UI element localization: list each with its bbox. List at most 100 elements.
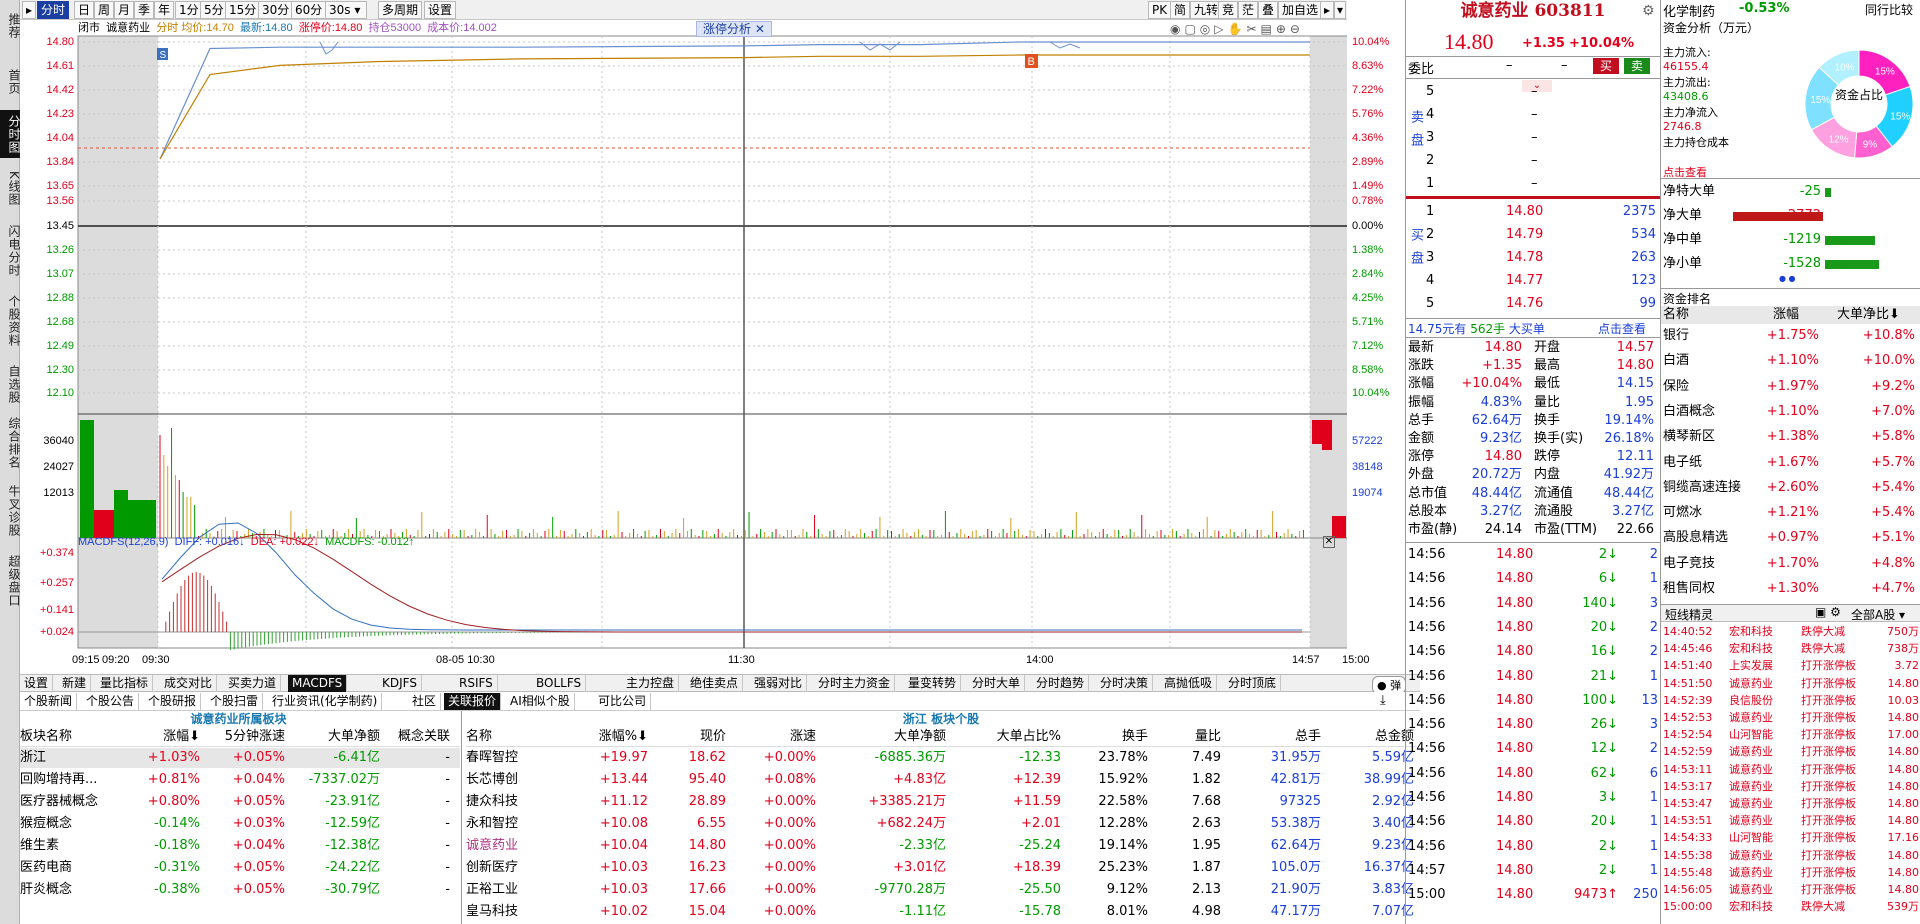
short-row[interactable]: 14:55:38 诚意药业 打开涨停板 14.80 (1661, 848, 1920, 864)
short-row[interactable]: 14:53:51 诚意药业 打开涨停板 14.80 (1661, 813, 1920, 829)
stock-row[interactable]: 创新医疗 +10.03 16.23 +0.00% +3.01亿 +18.39 25.23% 1… (466, 858, 1416, 878)
stocks-header-6[interactable]: 换手 (1066, 727, 1148, 747)
settings-button[interactable]: 设置 (424, 1, 457, 19)
info-tab-4[interactable]: 行业资讯(化学制药) (268, 693, 383, 710)
rank-header-name[interactable]: 名称 (1663, 306, 1689, 324)
info-tab-0[interactable]: 个股新闻 (20, 693, 78, 710)
download-icon[interactable]: ⤓ (1380, 693, 1386, 708)
indicator-tab-16[interactable]: 分时决策 (1096, 675, 1154, 692)
info-tab-1[interactable]: 个股公告 (82, 693, 140, 710)
short-row[interactable]: 14:52:39 良信股份 打开涨停板 10.03 (1661, 693, 1920, 709)
gear-icon[interactable]: ⚙ (1642, 3, 1655, 19)
sell-button[interactable]: 卖 (1624, 58, 1650, 74)
ask-row[interactable]: 2– (1426, 151, 1656, 171)
indicator-tab-8[interactable]: BOLLFS (532, 675, 587, 692)
ask-row[interactable]: 1– (1426, 174, 1656, 194)
indicator-tab-3[interactable]: 成交对比 (160, 675, 218, 692)
stock-row[interactable]: 捷众科技 +11.12 28.89 +0.00% +3385.21万 +11.59 22.5… (466, 792, 1416, 812)
short-row[interactable]: 14:52:53 诚意药业 打开涨停板 14.80 (1661, 710, 1920, 726)
short-row[interactable]: 14:56:05 诚意药业 打开涨停板 14.80 (1661, 882, 1920, 898)
filter-dropdown[interactable]: 全部A股 ▾ (1851, 606, 1905, 623)
nav-watchlist[interactable]: 自选股 (0, 360, 21, 408)
period-1min[interactable]: 1分 (175, 1, 203, 19)
ask-row[interactable]: 3– (1426, 128, 1656, 148)
period-15min[interactable]: 15分 (225, 1, 261, 19)
pk-button[interactable]: PK (1148, 1, 1172, 19)
nav-timeshare[interactable]: 分时图 (0, 110, 21, 158)
stocks-header-2[interactable]: 现价 (656, 727, 726, 747)
sector-row[interactable]: 肝炎概念 -0.38% +0.05% -30.79亿 - (20, 880, 460, 900)
sector-row[interactable]: 浙江 +1.03% +0.05% -6.41亿 - (20, 748, 460, 768)
peer-compare-link[interactable]: 同行比较 (1865, 1, 1913, 18)
period-day[interactable]: 日 (74, 1, 95, 19)
short-row[interactable]: 15:00:00 宏和科技 跌停大减 539万 (1661, 899, 1920, 915)
indicator-tab-9[interactable]: 主力控盘 (622, 675, 680, 692)
rank-row[interactable]: 电子竞技 +1.70% +4.8% (1661, 554, 1920, 574)
filter-icon[interactable]: ▣ ⚙ (1815, 605, 1841, 619)
indicator-tab-11[interactable]: 强弱对比 (750, 675, 808, 692)
short-row[interactable]: 14:52:59 诚意药业 打开涨停板 14.80 (1661, 744, 1920, 760)
info-tab-6[interactable]: 关联报价 (444, 693, 502, 710)
short-row[interactable]: 14:53:11 诚意药业 打开涨停板 14.80 (1661, 762, 1920, 778)
industry-name[interactable]: 化学制药 (1663, 1, 1715, 20)
nav-stock-profile[interactable]: 个股资料 (0, 290, 21, 352)
overlay-button[interactable]: 叠 (1258, 1, 1279, 19)
sector-row[interactable]: 回购增持再... +0.81% +0.04% -7337.02万 - (20, 770, 460, 790)
stocks-header-8[interactable]: 总手 (1231, 727, 1321, 747)
short-row[interactable]: 14:55:48 诚意药业 打开涨停板 14.80 (1661, 865, 1920, 881)
short-row[interactable]: 14:45:46 宏和科技 跌停大减 738万 (1661, 641, 1920, 657)
big-buy-link[interactable]: 点击查看 (1598, 320, 1646, 337)
rank-row[interactable]: 租售同权 +1.30% +4.7% (1661, 579, 1920, 599)
stock-row[interactable]: 正裕工业 +10.03 17.66 +0.00% -9770.28万 -25.50 9.12… (466, 880, 1416, 900)
sector-row[interactable]: 医疗器械概念 +0.80% +0.05% -23.91亿 - (20, 792, 460, 812)
period-30s-dropdown[interactable]: 30s ▾ (325, 1, 367, 19)
nav-ranking[interactable]: 综合排名 (0, 412, 21, 474)
info-tab-8[interactable]: 可比公司 (594, 693, 652, 710)
close-indicator-icon[interactable]: ✕ (1323, 536, 1335, 548)
info-tab-5[interactable]: 社区 (408, 693, 442, 710)
sector-header-4[interactable]: 概念关联 (390, 727, 450, 747)
nav-home[interactable]: 首页 (0, 62, 21, 102)
rank-row[interactable]: 横琴新区 +1.38% +5.8% (1661, 427, 1920, 447)
short-row[interactable]: 14:51:50 诚意药业 打开涨停板 14.80 (1661, 676, 1920, 692)
info-tab-2[interactable]: 个股研报 (144, 693, 202, 710)
mang-button[interactable]: 茫 (1238, 1, 1259, 19)
ask-row[interactable]: 4– (1426, 105, 1656, 125)
indicator-tab-1[interactable]: 新建 (58, 675, 92, 692)
period-quarter[interactable]: 季 (134, 1, 155, 19)
nav-super-panel[interactable]: 超级盘口 (0, 550, 21, 612)
info-tab-7[interactable]: AI相似个股 (506, 693, 575, 710)
indicator-tab-4[interactable]: 买卖力道 (224, 675, 282, 692)
stocks-header-3[interactable]: 涨速 (736, 727, 816, 747)
rank-row[interactable]: 电子纸 +1.67% +5.7% (1661, 453, 1920, 473)
stocks-header-7[interactable]: 量比 (1156, 727, 1221, 747)
short-row[interactable]: 14:53:47 诚意药业 打开涨停板 14.80 (1661, 796, 1920, 812)
rank-row[interactable]: 白酒 +1.10% +10.0% (1661, 351, 1920, 371)
sector-row[interactable]: 医药电商 -0.31% +0.05% -24.22亿 - (20, 858, 460, 878)
timeshare-chart[interactable]: SB 闭市 诚意药业 分时 均价:14.70 最新:14.80 涨停价:14.8… (20, 20, 1389, 670)
indicator-tab-6[interactable]: KDJFS (378, 675, 422, 692)
rank-row[interactable]: 铜缆高速连接 +2.60% +5.4% (1661, 478, 1920, 498)
indicator-tab-17[interactable]: 高抛低吸 (1160, 675, 1218, 692)
page-dots[interactable]: ● ● (1779, 274, 1796, 283)
indicator-tab-0[interactable]: 设置 (20, 675, 54, 692)
stocks-header-9[interactable]: 总金额 (1326, 727, 1414, 747)
bid-row[interactable]: 4 14.77 123 (1426, 271, 1656, 291)
bid-row[interactable]: 2 14.79 534 (1426, 225, 1656, 245)
stocks-header-1[interactable]: 涨幅%⬇ (556, 727, 648, 747)
bid-row[interactable]: 5 14.76 99 (1426, 294, 1656, 314)
period-5min[interactable]: 5分 (200, 1, 228, 19)
indicator-tab-14[interactable]: 分时大单 (968, 675, 1026, 692)
indicator-tab-7[interactable]: RSIFS (455, 675, 498, 692)
expand-icon[interactable]: ▸ (1320, 1, 1334, 19)
add-watchlist-button[interactable]: 加自选 (1278, 1, 1323, 19)
indicator-tab-5[interactable]: MACDFS (288, 675, 348, 692)
short-row[interactable]: 14:53:17 诚意药业 打开涨停板 14.80 (1661, 779, 1920, 795)
rank-row[interactable]: 银行 +1.75% +10.8% (1661, 326, 1920, 346)
short-row[interactable]: 14:51:40 上实发展 打开涨停板 3.72 (1661, 658, 1920, 674)
collapse-icon[interactable]: ▸ (22, 1, 36, 19)
indicator-tab-18[interactable]: 分时顶底 (1224, 675, 1282, 692)
indicator-tab-10[interactable]: 绝佳卖点 (686, 675, 744, 692)
rank-row[interactable]: 保险 +1.97% +9.2% (1661, 377, 1920, 397)
short-row[interactable]: 14:54:33 山河智能 打开涨停板 17.16 (1661, 830, 1920, 846)
